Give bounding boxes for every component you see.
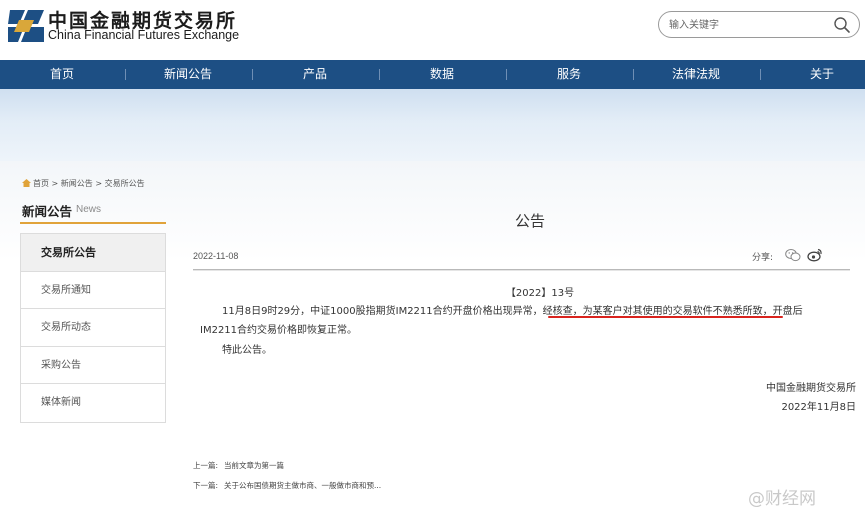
article-closing: 特此公告。: [222, 345, 272, 356]
prev-article-label: 上一篇:: [193, 461, 219, 470]
nav-item-news[interactable]: 新闻公告: [152, 60, 224, 89]
search-icon[interactable]: [833, 16, 851, 34]
breadcrumb: 首页 > 新闻公告 > 交易所公告: [22, 178, 145, 189]
sidebar-title-en: News: [76, 204, 102, 215]
prev-article: 上一篇: 当前文章为第一篇: [193, 460, 284, 471]
article-body-line-2: IM2211合约交易价格即恢复正常。: [200, 325, 358, 336]
next-article: 下一篇: 关于公布国债期货主做市商、一般做市商和预...: [193, 480, 381, 491]
signature-org: 中国金融期货交易所: [766, 383, 856, 394]
site-header: 中国金融期货交易所 China Financial Futures Exchan…: [0, 0, 865, 60]
nav-item-laws[interactable]: 法律法规: [660, 60, 732, 89]
signature-date: 2022年11月8日: [781, 402, 856, 413]
document-number: 【2022】13号: [505, 288, 575, 299]
sidebar-item-exchange-notices[interactable]: 交易所通知: [21, 272, 165, 309]
sidebar-item-procurement[interactable]: 采购公告: [21, 347, 165, 384]
nav-separator: [252, 69, 253, 80]
share-label: 分享:: [752, 253, 774, 263]
sidebar-item-exchange-announcements[interactable]: 交易所公告: [21, 234, 165, 272]
breadcrumb-current[interactable]: 交易所公告: [105, 179, 145, 188]
header-banner: [0, 89, 865, 161]
article-title: 公告: [514, 212, 545, 230]
nav-separator: [125, 69, 126, 80]
breadcrumb-separator: >: [95, 179, 103, 188]
breadcrumb-news[interactable]: 新闻公告: [61, 179, 93, 188]
breadcrumb-home[interactable]: 首页: [33, 179, 49, 188]
sidebar-menu: 交易所公告 交易所通知 交易所动态 采购公告 媒体新闻: [20, 233, 166, 423]
article-body-line-1: 11月8日9时29分，中证1000股指期货IM2211合约开盘价格出现异常，经核…: [222, 306, 803, 317]
watermark-text: @财经网: [748, 489, 816, 509]
nav-item-services[interactable]: 服务: [537, 60, 601, 89]
sidebar-item-media-news[interactable]: 媒体新闻: [21, 384, 165, 422]
search-input[interactable]: [669, 17, 819, 33]
nav-separator: [506, 69, 507, 80]
wechat-icon[interactable]: [785, 248, 801, 262]
search-box[interactable]: [658, 11, 860, 38]
nav-separator: [379, 69, 380, 80]
main-nav: 首页 新闻公告 产品 数据 服务 法律法规 关于: [0, 60, 865, 89]
org-name-en[interactable]: China Financial Futures Exchange: [48, 28, 239, 42]
next-article-link[interactable]: 关于公布国债期货主做市商、一般做市商和预...: [224, 481, 381, 490]
home-icon: [22, 179, 31, 187]
watermark: @财经网: [748, 484, 816, 509]
nav-item-products[interactable]: 产品: [283, 60, 347, 89]
sidebar-title-underline: [20, 222, 166, 224]
weibo-icon[interactable]: [807, 247, 823, 262]
nav-separator: [760, 69, 761, 80]
prev-article-value: 当前文章为第一篇: [224, 461, 285, 470]
sidebar-title: 新闻公告: [22, 204, 73, 219]
article-divider: [193, 270, 850, 271]
breadcrumb-separator: >: [51, 179, 59, 188]
nav-item-home[interactable]: 首页: [30, 60, 94, 89]
sidebar-item-exchange-news[interactable]: 交易所动态: [21, 309, 165, 347]
nav-item-about[interactable]: 关于: [790, 60, 854, 89]
next-article-label: 下一篇:: [193, 481, 219, 490]
nav-item-data[interactable]: 数据: [410, 60, 474, 89]
cffex-logo-icon[interactable]: [8, 6, 46, 46]
highlight-underline: [548, 316, 783, 318]
article-date: 2022-11-08: [193, 251, 239, 261]
nav-separator: [633, 69, 634, 80]
